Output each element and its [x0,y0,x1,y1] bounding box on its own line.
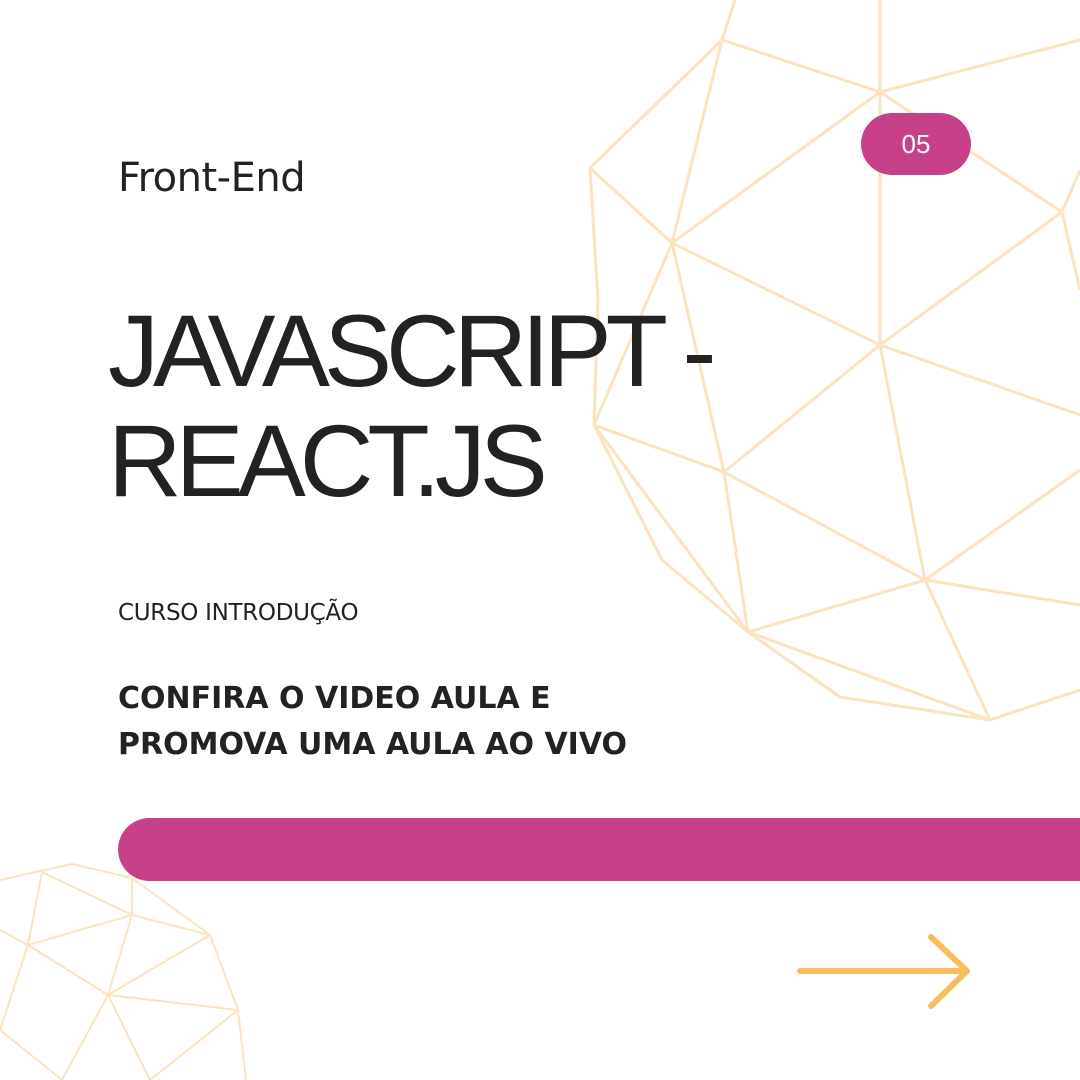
call-to-action-text: CONFIRA O VIDEO AULA E PROMOVA UMA AULA … [118,676,627,768]
cta-line-2: PROMOVA UMA AULA AO VIVO [118,727,628,762]
accent-bar [118,818,1080,881]
page-number: 05 [901,128,931,159]
course-subtitle: CURSO INTRODUÇÃO [118,600,359,626]
page-title: JAVASCRIPT - REACT.JS [108,294,716,518]
cta-line-1: CONFIRA O VIDEO AULA E [118,681,551,716]
category-label: Front-End [118,155,306,201]
title-line-1: JAVASCRIPT - [108,294,716,408]
page-number-badge: 05 [861,113,971,175]
title-line-2: REACT.JS [108,404,548,518]
arrow-right-icon[interactable] [795,930,975,1014]
